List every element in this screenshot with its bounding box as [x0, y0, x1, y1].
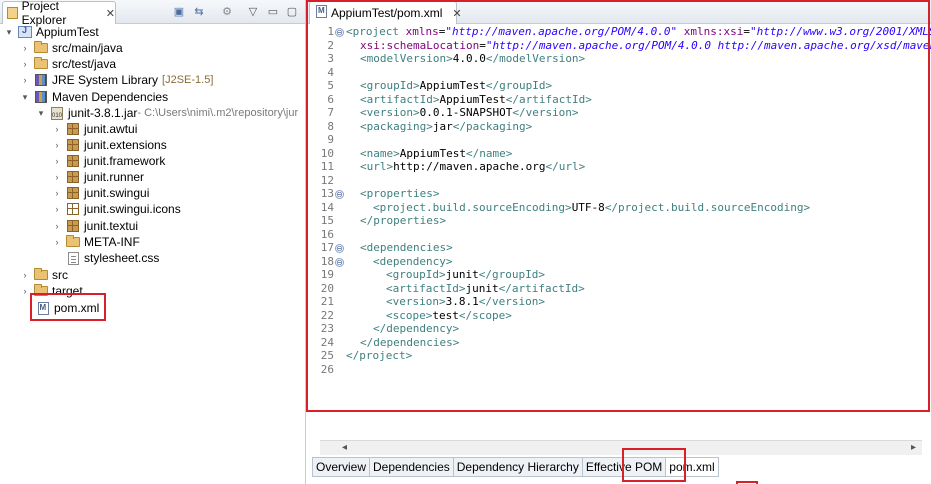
scroll-left-icon[interactable]: ◂ [342, 442, 347, 453]
tab-dependencies[interactable]: Dependencies [369, 457, 453, 477]
chevron-right-icon[interactable]: › [52, 237, 62, 247]
package-icon [66, 154, 80, 168]
tree-item-src[interactable]: › src [20, 267, 68, 283]
chevron-right-icon[interactable]: › [52, 172, 62, 182]
tree-item-label: AppiumTest [36, 25, 99, 39]
chevron-down-icon[interactable]: ▾ [36, 108, 46, 119]
filter-icon[interactable]: ⚙ [220, 4, 234, 18]
folder-icon [66, 235, 80, 249]
package-icon [66, 138, 80, 152]
package-icon [66, 219, 80, 233]
tree-item-label: META-INF [84, 235, 140, 249]
explorer-tab-bar: Project Explorer ✕ ▣ ⇆ ⚙ ▽ ▭ ▢ [0, 0, 305, 27]
jre-version-label: [J2SE-1.5] [162, 74, 214, 86]
project-explorer-panel: Project Explorer ✕ ▣ ⇆ ⚙ ▽ ▭ ▢ ▾ AppiumT… [0, 0, 305, 484]
chevron-right-icon[interactable]: › [52, 204, 62, 214]
project-explorer-icon [7, 7, 18, 19]
tree-item-label: junit.swingui.icons [84, 202, 181, 216]
folder-icon [34, 268, 48, 282]
pom-editor: AppiumTest/pom.xml ✕ 1 2 3 4 5 6 7 8 9 1… [306, 0, 931, 484]
chevron-right-icon[interactable]: › [52, 140, 62, 150]
close-icon[interactable]: ✕ [106, 7, 115, 20]
tree-item-src-main-java[interactable]: › src/main/java [20, 40, 123, 56]
tree-item-label: JRE System Library [52, 73, 159, 87]
tree-item-stylesheet[interactable]: stylesheet.css [52, 250, 159, 266]
source-folder-icon [34, 41, 48, 55]
chevron-down-icon[interactable]: ▾ [20, 92, 30, 103]
tree-item-meta-inf[interactable]: › META-INF [52, 234, 140, 250]
chevron-right-icon[interactable]: › [20, 43, 30, 53]
package-icon [66, 186, 80, 200]
chevron-right-icon[interactable]: › [52, 156, 62, 166]
tab-dependency-hierarchy[interactable]: Dependency Hierarchy [452, 457, 582, 477]
tree-item-label: junit-3.8.1.jar [68, 106, 138, 120]
tab-project-explorer[interactable]: Project Explorer ✕ [2, 0, 116, 27]
chevron-down-icon[interactable]: ▾ [4, 27, 14, 38]
project-icon [18, 25, 32, 39]
horizontal-scrollbar[interactable]: ◂ ▸ [320, 440, 922, 455]
tree-item-junit-jar[interactable]: ▾ 010 junit-3.8.1.jar - C:\Users\nimi\.m… [36, 105, 298, 121]
pom-tab-annotation-box [622, 448, 686, 482]
tree-item-package[interactable]: › junit.framework [52, 153, 166, 169]
tree-item-package[interactable]: › junit.swingui [52, 185, 150, 201]
chevron-right-icon[interactable]: › [52, 124, 62, 134]
package-icon [66, 170, 80, 184]
tree-item-label: junit.textui [84, 219, 139, 233]
library-icon [34, 73, 48, 87]
tree-item-package[interactable]: › junit.runner [52, 169, 145, 185]
scroll-right-icon[interactable]: ▸ [911, 442, 916, 453]
tree-item-label: junit.extensions [84, 138, 167, 152]
tree-item-label: src/main/java [52, 41, 123, 55]
tree-item-project[interactable]: ▾ AppiumTest [4, 24, 99, 40]
library-icon [34, 90, 48, 104]
tree-item-label: stylesheet.css [84, 251, 160, 265]
tree-item-package[interactable]: › junit.swingui.icons [52, 201, 181, 217]
maximize-icon[interactable]: ▢ [285, 4, 299, 18]
minimize-icon[interactable]: ▭ [266, 4, 280, 18]
source-folder-icon [34, 57, 48, 71]
chevron-right-icon[interactable]: › [20, 270, 30, 280]
project-explorer-title: Project Explorer [21, 0, 67, 27]
tree-item-label: junit.runner [84, 170, 145, 184]
view-menu-icon[interactable]: ▽ [246, 4, 260, 18]
tree-item-label: Maven Dependencies [52, 90, 169, 104]
editor-annotation-box [306, 0, 930, 412]
chevron-right-icon[interactable]: › [52, 221, 62, 231]
file-icon [66, 251, 80, 265]
chevron-right-icon[interactable]: › [20, 59, 30, 69]
tree-item-jre-library[interactable]: › JRE System Library [J2SE-1.5] [20, 72, 214, 88]
tree-item-maven-dependencies[interactable]: ▾ Maven Dependencies [20, 89, 168, 105]
tree-item-package[interactable]: › junit.textui [52, 218, 139, 234]
pom-annotation-box [30, 293, 106, 321]
collapse-all-icon[interactable]: ▣ [172, 4, 186, 18]
tree-item-package[interactable]: › junit.awtui [52, 121, 138, 137]
tree-item-label: junit.framework [84, 154, 166, 168]
tree-item-label: src [52, 268, 68, 282]
chevron-right-icon[interactable]: › [20, 286, 30, 296]
chevron-right-icon[interactable]: › [20, 75, 30, 85]
tree-item-package[interactable]: › junit.extensions [52, 137, 167, 153]
tree-item-label: junit.swingui [84, 186, 150, 200]
link-editor-icon[interactable]: ⇆ [192, 4, 206, 18]
jar-path-label: - C:\Users\nimi\.m2\repository\jur [137, 107, 299, 119]
jar-icon: 010 [50, 106, 64, 120]
package-icon [66, 202, 80, 216]
package-icon [66, 122, 80, 136]
tree-item-label: src/test/java [52, 57, 117, 71]
chevron-right-icon[interactable]: › [52, 188, 62, 198]
tree-item-label: junit.awtui [84, 122, 138, 136]
tab-overview[interactable]: Overview [312, 457, 370, 477]
tree-item-src-test-java[interactable]: › src/test/java [20, 56, 116, 72]
